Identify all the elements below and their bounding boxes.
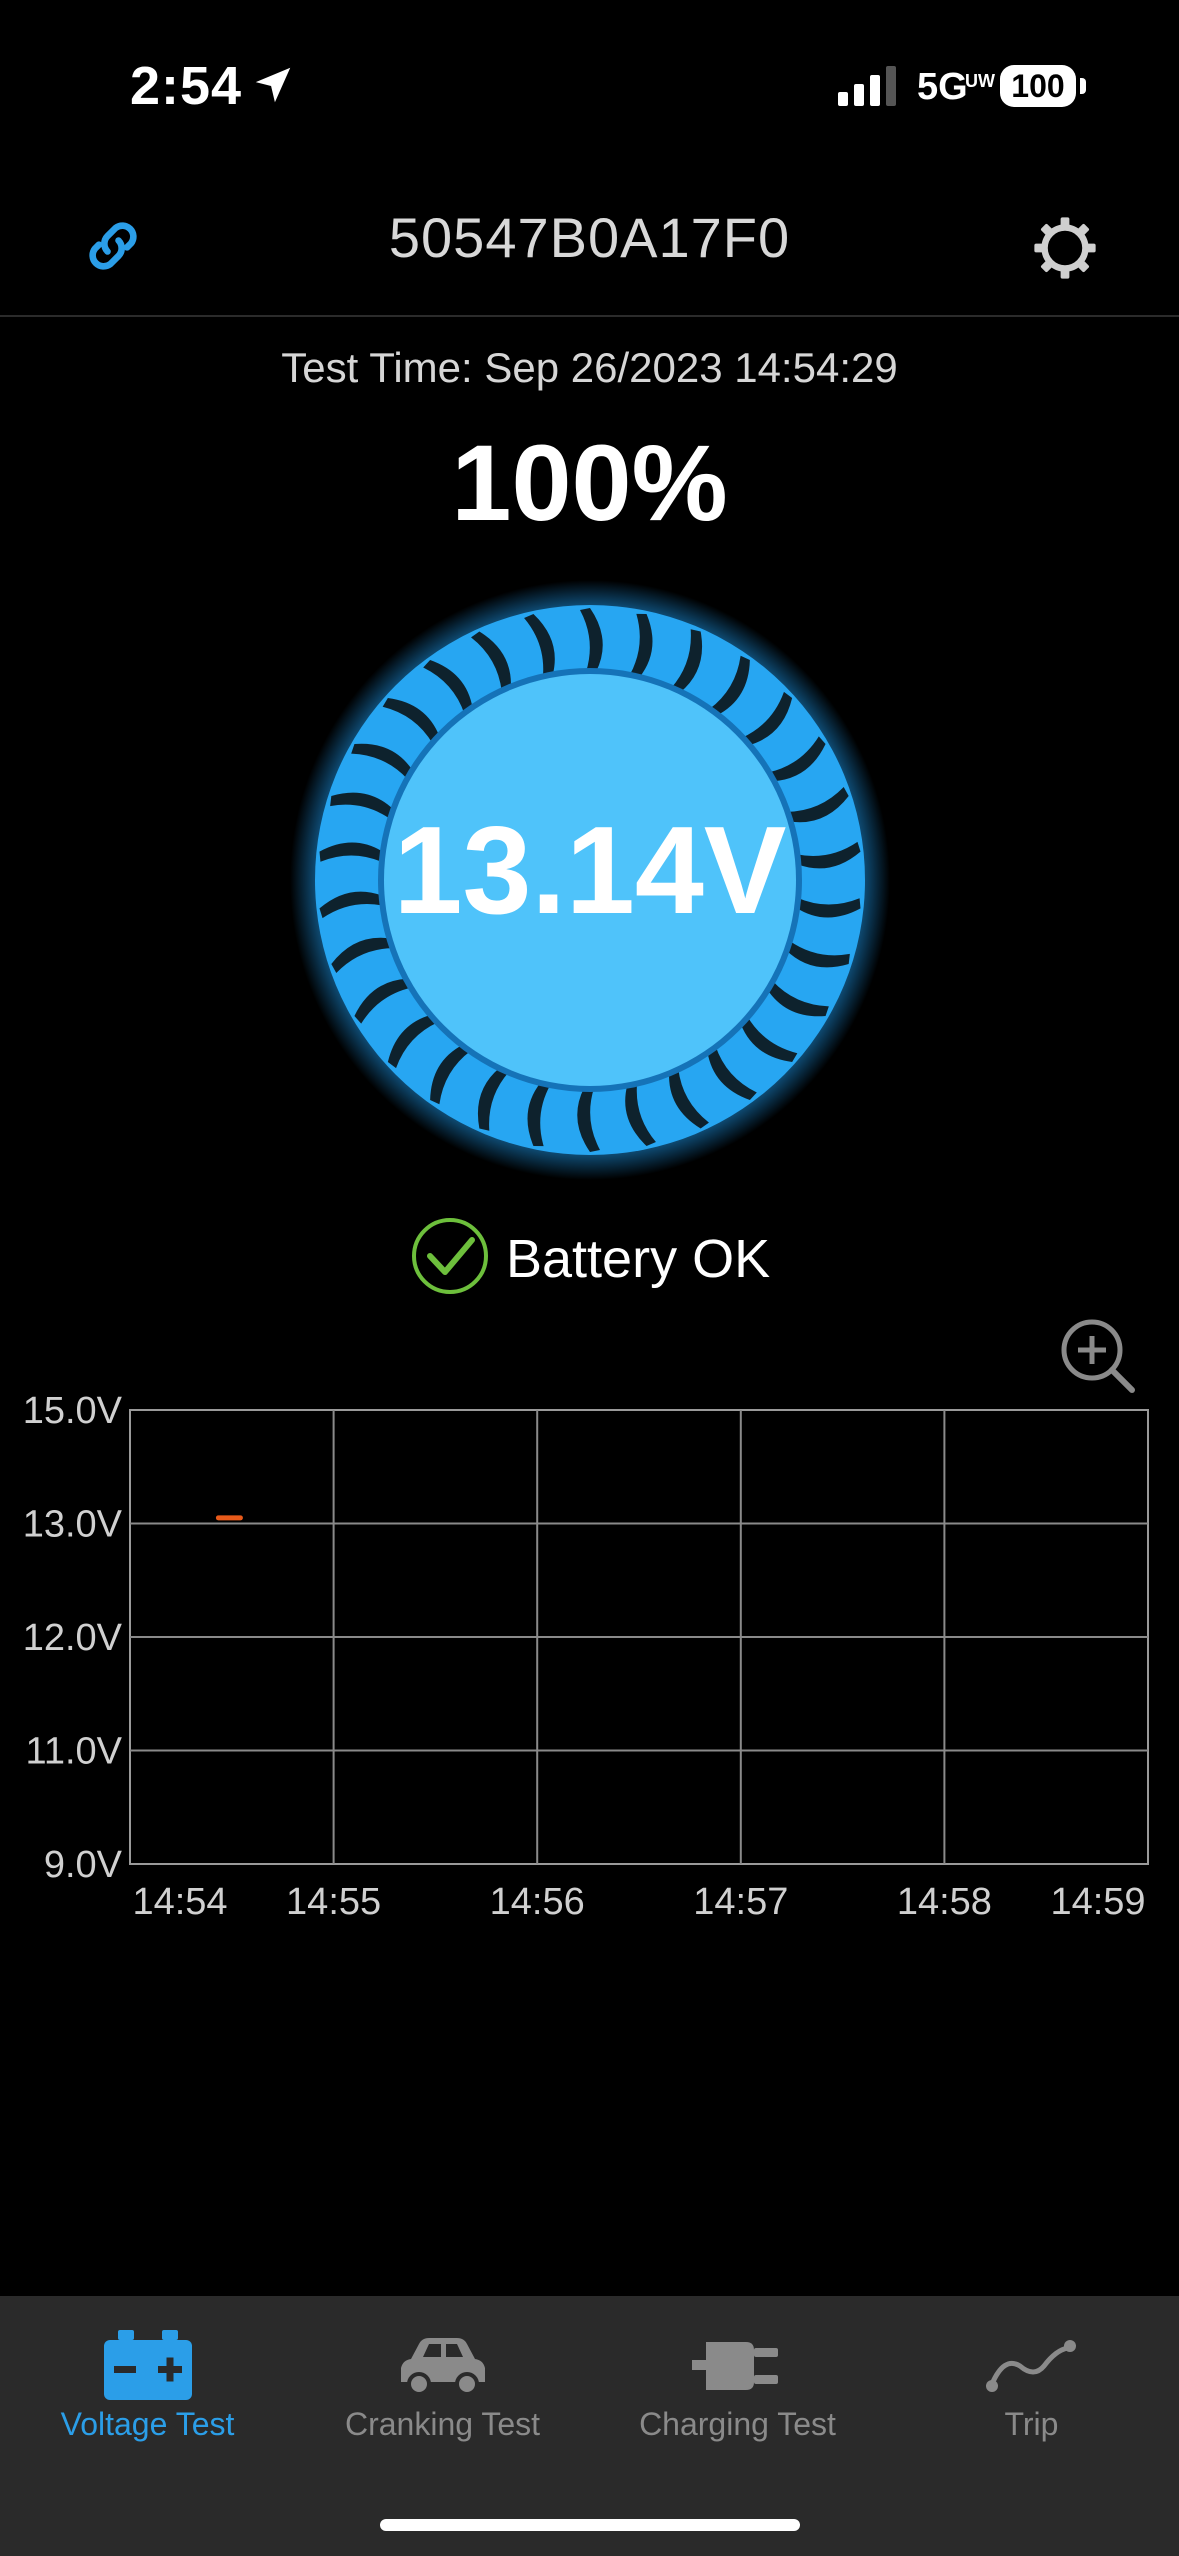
tab-label: Cranking Test — [344, 2406, 541, 2442]
location-arrow-icon — [255, 67, 291, 103]
gear-icon[interactable] — [1030, 213, 1100, 283]
test-time: Test Time: Sep 26/2023 14:54:29 — [281, 344, 898, 391]
y-tick-label: 12.0V — [23, 1617, 123, 1659]
chart-y-ticks: 15.0V 13.0V 12.0V 11.0V 9.0V — [23, 1390, 123, 1886]
tab-label: Charging Test — [639, 2406, 836, 2442]
tab-cranking-test[interactable]: Cranking Test — [295, 2296, 590, 2476]
home-indicator — [380, 2519, 800, 2531]
chart-x-ticks: 14:54 14:55 14:56 14:57 14:58 14:59 — [132, 1881, 1145, 1923]
plug-icon — [692, 2342, 778, 2390]
x-tick-label: 14:55 — [286, 1881, 381, 1923]
x-tick-label: 14:57 — [693, 1881, 788, 1923]
x-tick-label: 14:59 — [1050, 1881, 1145, 1923]
app-header: 50547B0A17F0 — [0, 175, 1179, 317]
tab-voltage-test[interactable]: Voltage Test — [0, 2296, 295, 2476]
status-bar: 2:54 5G UW 100 — [0, 0, 1179, 175]
check-circle-icon — [412, 1218, 488, 1294]
y-tick-label: 15.0V — [23, 1390, 123, 1432]
network-subtype: UW — [965, 71, 995, 91]
y-tick-label: 11.0V — [26, 1731, 123, 1773]
battery-nub — [1080, 78, 1086, 94]
car-icon — [401, 2338, 485, 2396]
tab-label: Voltage Test — [60, 2406, 235, 2442]
battery-status-text: Battery OK — [506, 1229, 771, 1289]
status-time: 2:54 — [130, 56, 243, 116]
cellular-signal-icon — [838, 66, 896, 106]
chart-grid — [129, 1409, 1149, 1865]
y-tick-label: 9.0V — [44, 1844, 123, 1886]
tab-bar: Voltage Test Cranking Test Charging Test… — [0, 2296, 1179, 2556]
battery-level: 100 — [1000, 65, 1076, 107]
device-id-title: 50547B0A17F0 — [388, 206, 791, 269]
voltage-chart: 15.0V 13.0V 12.0V 11.0V 9.0V 14:54 14:55 14:56… — [23, 1390, 1149, 1923]
trip-curve-icon — [986, 2340, 1076, 2392]
tab-trip[interactable]: Trip — [884, 2296, 1179, 2476]
x-tick-label: 14:58 — [897, 1881, 992, 1923]
battery-status-row: Battery OK — [0, 1210, 1179, 1300]
x-tick-label: 14:54 — [132, 1881, 227, 1923]
charge-percent: 100% — [451, 422, 728, 543]
tab-charging-test[interactable]: Charging Test — [590, 2296, 885, 2476]
tab-label: Trip — [1004, 2406, 1059, 2442]
network-type: 5G — [917, 66, 968, 108]
battery-icon — [104, 2330, 192, 2400]
x-tick-label: 14:56 — [490, 1881, 585, 1923]
voltage-value: 13.14V — [393, 802, 787, 940]
y-tick-label: 13.0V — [23, 1504, 123, 1546]
